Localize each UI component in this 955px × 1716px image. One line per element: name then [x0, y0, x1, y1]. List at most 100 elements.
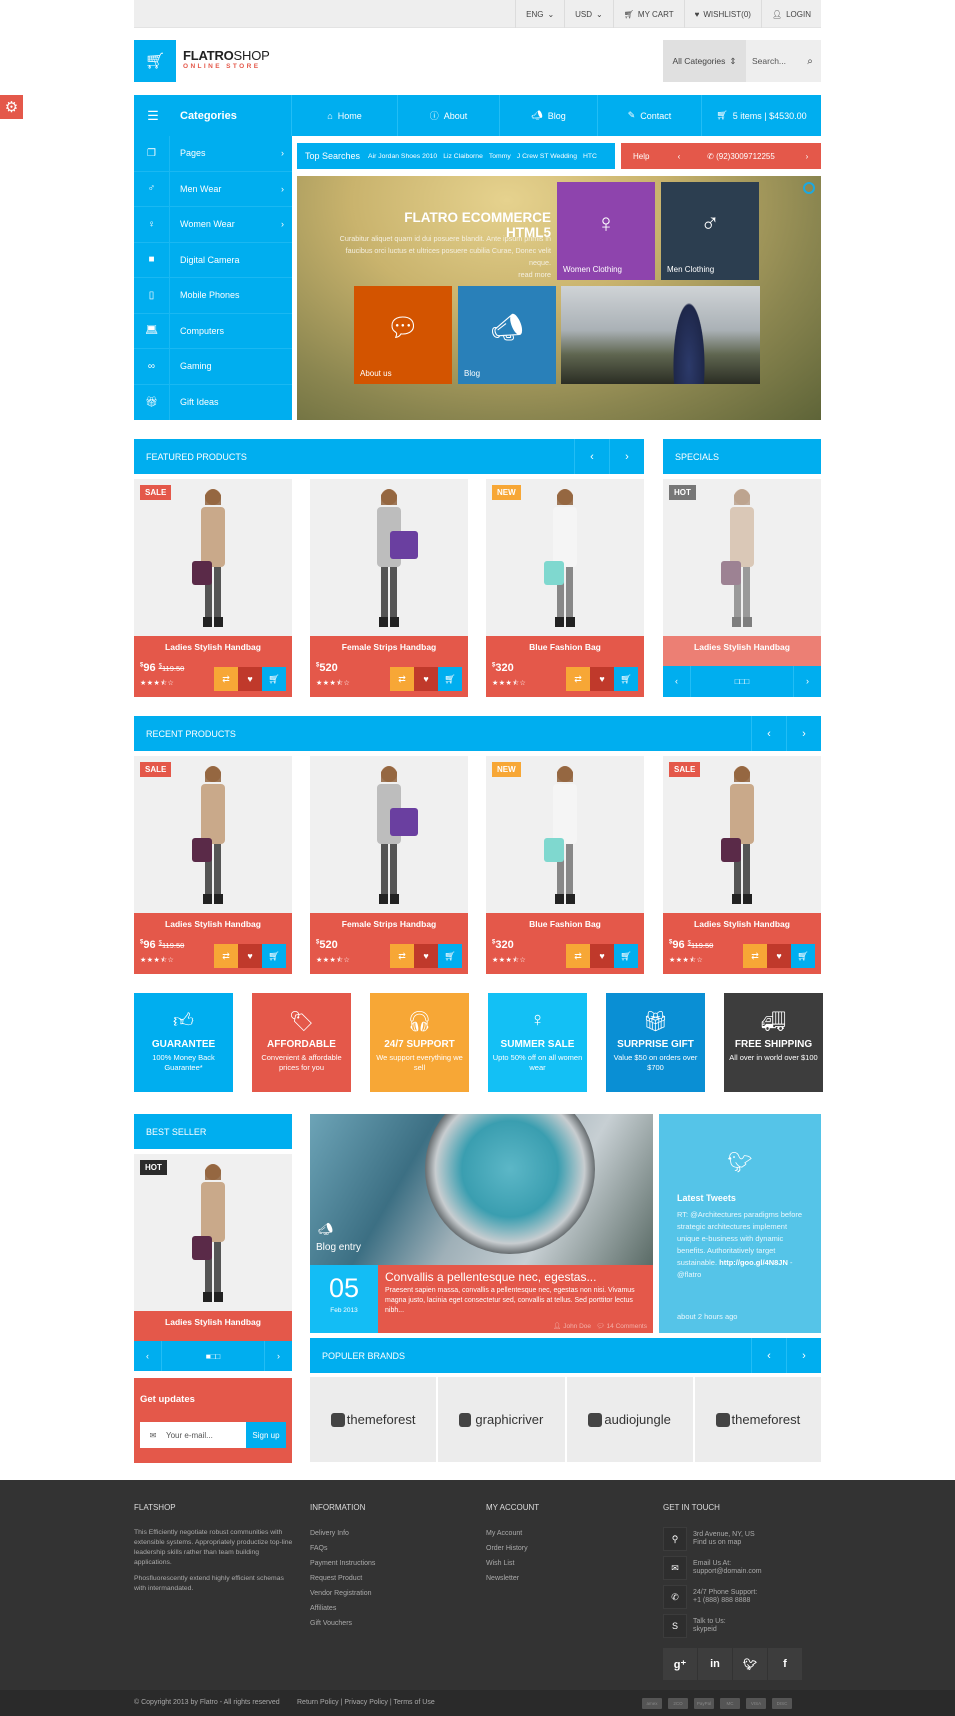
compare-button[interactable]: ⇄ [390, 667, 414, 691]
footer-link[interactable]: Newsletter [486, 1575, 519, 1582]
nav-home[interactable]: ⌂ Home [292, 95, 398, 136]
footer-link[interactable]: Gift Vouchers [310, 1620, 352, 1627]
product-card[interactable]: Female Strips Handbag $520 ★★★⯪☆ ⇄ ♥ 🛒︎ [310, 479, 468, 697]
logo-text[interactable]: FLATROSHOP [183, 48, 270, 63]
settings-gear-button[interactable]: ⚙ [0, 95, 23, 119]
footer-link[interactable]: Wish List [486, 1560, 514, 1567]
recent-next-button[interactable]: › [786, 716, 821, 751]
footer-link[interactable]: Order History [486, 1545, 528, 1552]
categories-toggle[interactable]: ☰ Categories [134, 95, 292, 136]
best-seller-card[interactable]: HOT Ladies Stylish Handbag ‹ ■□□ › [134, 1154, 292, 1371]
brand-logo-themeforest[interactable]: themeforest [694, 1377, 821, 1462]
feature-box[interactable]: 🏷︎ AFFORDABLE Convenient & affordable pr… [252, 993, 351, 1092]
policy-links[interactable]: Return Policy | Privacy Policy | Terms o… [297, 1699, 435, 1706]
wishlist-button[interactable]: ♥ [767, 944, 791, 968]
read-more-link[interactable]: read more [518, 270, 551, 279]
footer-link[interactable]: Payment Instructions [310, 1560, 375, 1567]
contact-email[interactable]: ✉ Email Us At: support@domain.com [663, 1556, 762, 1580]
add-to-cart-button[interactable]: 🛒︎ [438, 944, 462, 968]
sidebar-item-gift-ideas[interactable]: 🎁︎ Gift Ideas [134, 384, 292, 420]
sidebar-item-men-wear[interactable]: ♂ Men Wear › [134, 171, 292, 207]
nav-contact[interactable]: ✎ Contact [598, 95, 702, 136]
add-to-cart-button[interactable]: 🛒︎ [438, 667, 462, 691]
wishlist-button[interactable]: ♥ [414, 667, 438, 691]
search-input[interactable]: Search... [746, 40, 799, 82]
wishlist-button[interactable]: ♥ [590, 944, 614, 968]
add-to-cart-button[interactable]: 🛒︎ [262, 944, 286, 968]
help-prev-button[interactable]: ‹ [669, 152, 689, 161]
google-plus-icon[interactable]: g⁺ [663, 1648, 697, 1680]
product-card[interactable]: SALE Ladies Stylish Handbag $96 $119.50 ★… [134, 756, 292, 974]
facebook-icon[interactable]: f [768, 1648, 802, 1680]
top-search-link[interactable]: Liz Claiborne [443, 153, 483, 160]
login-link[interactable]: 👤︎ LOGIN [760, 0, 821, 28]
feature-box[interactable]: 🚚︎ FREE SHIPPING All over in world over … [724, 993, 823, 1092]
wishlist-button[interactable]: ♥ [238, 667, 262, 691]
compare-button[interactable]: ⇄ [566, 944, 590, 968]
footer-link[interactable]: Request Product [310, 1575, 362, 1582]
compare-button[interactable]: ⇄ [566, 667, 590, 691]
nav-cart-summary[interactable]: 🛒︎ 5 items | $4530.00 [702, 95, 821, 136]
footer-link[interactable]: Delivery Info [310, 1530, 349, 1537]
sidebar-item-women-wear[interactable]: ♀ Women Wear › [134, 207, 292, 243]
top-search-link[interactable]: Air Jordan Shoes 2010 [368, 153, 437, 160]
language-select[interactable]: ENG ⌄ [515, 0, 564, 28]
brand-logo-audiojungle[interactable]: audiojungle [566, 1377, 693, 1462]
contact-phone[interactable]: ✆ 24/7 Phone Support: +1 (888) 888 8888 [663, 1585, 757, 1609]
search-button[interactable]: ⌕ [799, 40, 821, 82]
sign-up-button[interactable]: Sign up [246, 1422, 286, 1448]
footer-link[interactable]: My Account [486, 1530, 522, 1537]
brands-prev-button[interactable]: ‹ [751, 1338, 786, 1373]
contact-skype[interactable]: S Talk to Us: skypeid [663, 1614, 726, 1638]
top-search-link[interactable]: Tommy [489, 153, 511, 160]
compare-button[interactable]: ⇄ [214, 944, 238, 968]
sidebar-item-pages[interactable]: ❐ Pages › [134, 136, 292, 172]
brand-logo-graphicriver[interactable]: graphicriver [438, 1377, 565, 1462]
tweet-link[interactable]: http://goo.gl/4N8JN [719, 1258, 788, 1267]
compare-button[interactable]: ⇄ [390, 944, 414, 968]
compare-button[interactable]: ⇄ [743, 944, 767, 968]
sidebar-item-gaming[interactable]: ∞ Gaming [134, 349, 292, 385]
currency-select[interactable]: USD ⌄ [564, 0, 613, 28]
blog-title[interactable]: Convallis a pellentesque nec, egestas... [385, 1270, 596, 1284]
tile-blog[interactable]: 📣︎ Blog [458, 286, 556, 384]
nav-about[interactable]: ⓘ About [398, 95, 500, 136]
product-card[interactable]: NEW Blue Fashion Bag $320 ★★★⯪☆ ⇄ ♥ 🛒︎ [486, 756, 644, 974]
nav-blog[interactable]: 📣︎ Blog [500, 95, 598, 136]
tile-men-clothing[interactable]: ♂ Men Clothing [661, 182, 759, 280]
sidebar-item-mobile-phones[interactable]: ▯ Mobile Phones [134, 278, 292, 314]
top-search-link[interactable]: J Crew ST Wedding [517, 153, 577, 160]
linkedin-icon[interactable]: in [698, 1648, 732, 1680]
featured-prev-button[interactable]: ‹ [574, 439, 609, 474]
slide-indicators[interactable]: ■□□ [162, 1352, 264, 1361]
specials-next-button[interactable]: › [793, 666, 821, 697]
product-card[interactable]: SALE Ladies Stylish Handbag $96 $119.50 ★… [134, 479, 292, 697]
recent-prev-button[interactable]: ‹ [751, 716, 786, 751]
footer-link[interactable]: Affiliates [310, 1605, 336, 1612]
product-card[interactable]: NEW Blue Fashion Bag $320 ★★★⯪☆ ⇄ ♥ 🛒︎ [486, 479, 644, 697]
help-label[interactable]: Help [633, 152, 669, 161]
top-search-link[interactable]: HTC [583, 153, 597, 160]
tile-about-us[interactable]: 💬︎ About us [354, 286, 452, 384]
email-input[interactable]: ✉ Your e-mail... [140, 1422, 246, 1448]
blog-image[interactable]: 📣︎ Blog entry [310, 1114, 653, 1265]
feature-box[interactable]: 🎁︎ SURPRISE GIFT Value $50 on orders ove… [606, 993, 705, 1092]
product-card[interactable]: SALE Ladies Stylish Handbag $96 $119.50 ★… [663, 756, 821, 974]
specials-card[interactable]: HOT Ladies Stylish Handbag ‹ □□□ › [663, 479, 821, 697]
wishlist-button[interactable]: ♥ [590, 667, 614, 691]
compare-button[interactable]: ⇄ [214, 667, 238, 691]
wishlist-button[interactable]: ♥ [238, 944, 262, 968]
add-to-cart-button[interactable]: 🛒︎ [614, 944, 638, 968]
tile-women-clothing[interactable]: ♀ Women Clothing [557, 182, 655, 280]
add-to-cart-button[interactable]: 🛒︎ [614, 667, 638, 691]
best-seller-next-button[interactable]: › [264, 1341, 292, 1371]
feature-box[interactable]: 👍︎ GUARANTEE 100% Money Back Guarantee* [134, 993, 233, 1092]
footer-link[interactable]: FAQs [310, 1545, 328, 1552]
my-cart-link[interactable]: 🛒︎ MY CART [612, 0, 684, 28]
help-next-button[interactable]: › [793, 152, 821, 161]
contact-address[interactable]: ⚲ 3rd Avenue, NY, US Find us on map [663, 1527, 755, 1551]
feature-box[interactable]: ♀ SUMMER SALE Upto 50% off on all women … [488, 993, 587, 1092]
specials-prev-button[interactable]: ‹ [663, 666, 691, 697]
brands-next-button[interactable]: › [786, 1338, 821, 1373]
fashion-photo[interactable] [561, 286, 760, 384]
